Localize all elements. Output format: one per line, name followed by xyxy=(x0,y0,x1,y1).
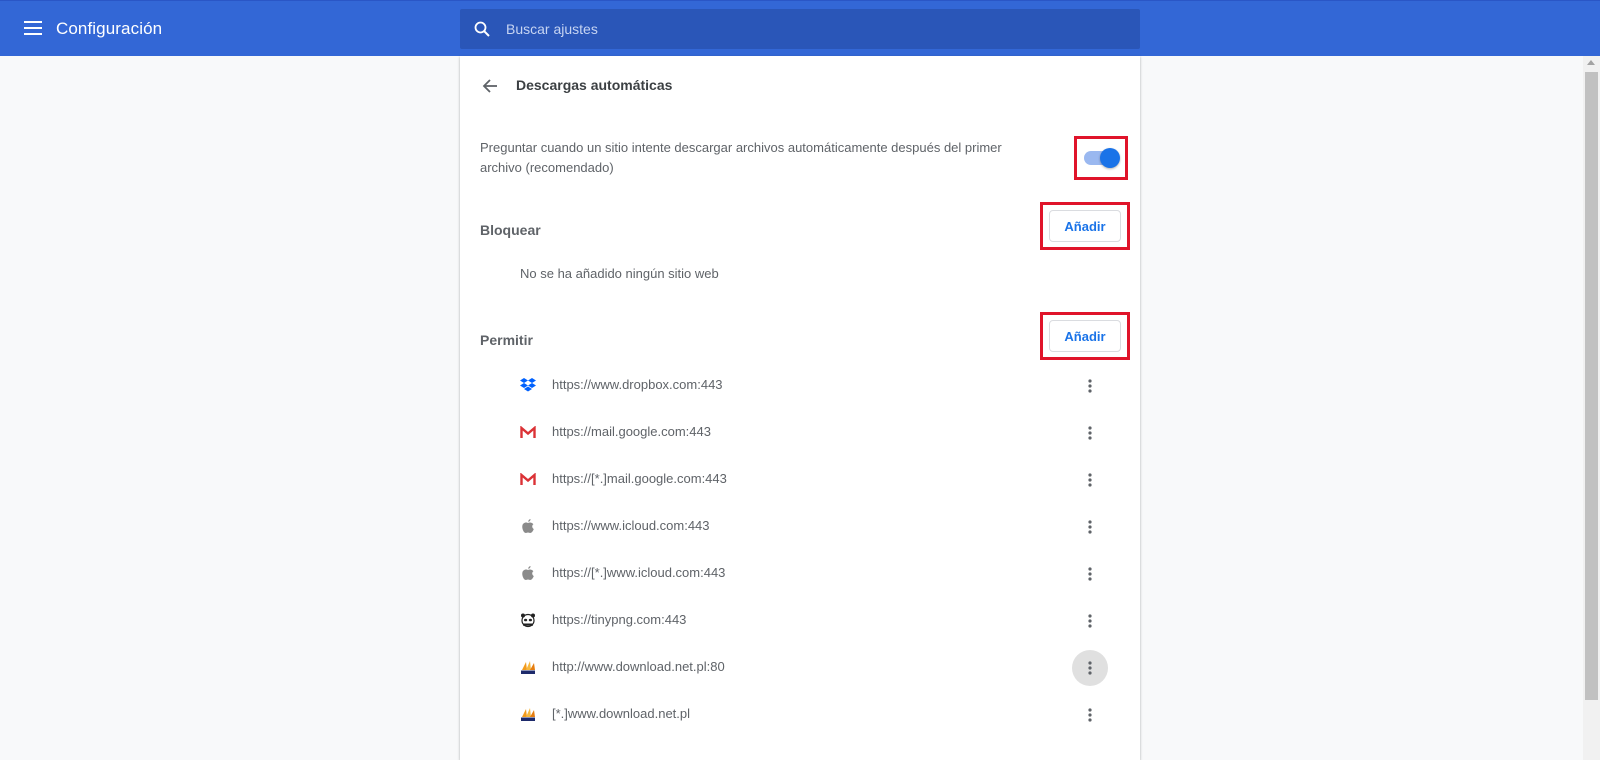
search-icon xyxy=(474,21,490,37)
site-more-button[interactable] xyxy=(1072,650,1108,686)
site-more-button[interactable] xyxy=(1072,509,1108,545)
gmail-icon xyxy=(520,424,536,440)
settings-card: Descargas automáticas Preguntar cuando u… xyxy=(460,56,1140,760)
block-empty-message: No se ha añadido ningún sitio web xyxy=(520,266,719,281)
page-title: Descargas automáticas xyxy=(516,77,673,93)
allow-heading: Permitir xyxy=(480,332,533,348)
allow-site-list: https://www.dropbox.com:443 https://mail… xyxy=(460,362,1140,738)
more-vert-icon xyxy=(1088,661,1092,675)
block-add-highlight-frame: Añadir xyxy=(1040,202,1130,250)
more-vert-icon xyxy=(1088,567,1092,581)
site-url: [*.]www.download.net.pl xyxy=(552,706,691,721)
dropbox-icon xyxy=(520,377,536,393)
more-vert-icon xyxy=(1088,708,1092,722)
site-url: https://[*.]www.icloud.com:443 xyxy=(552,565,726,580)
menu-icon xyxy=(24,21,42,35)
site-more-button[interactable] xyxy=(1072,462,1108,498)
site-row: https://www.dropbox.com:443 xyxy=(460,362,1140,409)
block-heading: Bloquear xyxy=(480,222,541,238)
more-vert-icon xyxy=(1088,426,1092,440)
scroll-thumb[interactable] xyxy=(1585,72,1598,700)
apple-icon xyxy=(520,518,536,534)
site-row: https://tinypng.com:443 xyxy=(460,597,1140,644)
scroll-up-icon[interactable] xyxy=(1587,60,1595,65)
pma-icon xyxy=(520,706,536,722)
pma-icon xyxy=(520,659,536,675)
site-url: https://[*.]mail.google.com:443 xyxy=(552,471,727,486)
site-more-button[interactable] xyxy=(1072,415,1108,451)
gmail-icon xyxy=(520,471,536,487)
site-url: https://tinypng.com:443 xyxy=(552,612,687,627)
panda-icon xyxy=(520,612,536,628)
apple-icon xyxy=(520,565,536,581)
menu-button[interactable] xyxy=(20,15,46,41)
allow-add-highlight-frame: Añadir xyxy=(1040,312,1130,360)
site-row: https://mail.google.com:443 xyxy=(460,409,1140,456)
site-more-button[interactable] xyxy=(1072,368,1108,404)
site-more-button[interactable] xyxy=(1072,556,1108,592)
arrow-back-icon xyxy=(482,79,497,93)
back-button[interactable] xyxy=(478,74,502,98)
toggle-highlight-frame xyxy=(1074,136,1128,180)
search-bar[interactable] xyxy=(460,9,1140,49)
block-add-button[interactable]: Añadir xyxy=(1049,210,1121,242)
ask-download-toggle[interactable] xyxy=(1084,148,1120,168)
site-url: https://www.dropbox.com:443 xyxy=(552,377,723,392)
site-row: https://[*.]mail.google.com:443 xyxy=(460,456,1140,503)
app-title: Configuración xyxy=(56,19,163,38)
site-more-button[interactable] xyxy=(1072,603,1108,639)
site-row: [*.]www.download.net.pl xyxy=(460,691,1140,738)
site-row: http://www.download.net.pl:80 xyxy=(460,644,1140,691)
more-vert-icon xyxy=(1088,520,1092,534)
site-url: https://www.icloud.com:443 xyxy=(552,518,710,533)
more-vert-icon xyxy=(1088,379,1092,393)
toggle-knob xyxy=(1100,148,1120,168)
site-more-button[interactable] xyxy=(1072,697,1108,733)
site-row: https://www.icloud.com:443 xyxy=(460,503,1140,550)
site-url: http://www.download.net.pl:80 xyxy=(552,659,725,674)
page-scrollbar[interactable] xyxy=(1583,56,1600,760)
more-vert-icon xyxy=(1088,614,1092,628)
top-bar: Configuración xyxy=(0,0,1600,56)
site-url: https://mail.google.com:443 xyxy=(552,424,711,439)
more-vert-icon xyxy=(1088,473,1092,487)
site-row: https://[*.]www.icloud.com:443 xyxy=(460,550,1140,597)
search-input[interactable] xyxy=(504,20,1108,38)
setting-description: Preguntar cuando un sitio intente descar… xyxy=(480,140,1002,175)
allow-add-button[interactable]: Añadir xyxy=(1049,320,1121,352)
